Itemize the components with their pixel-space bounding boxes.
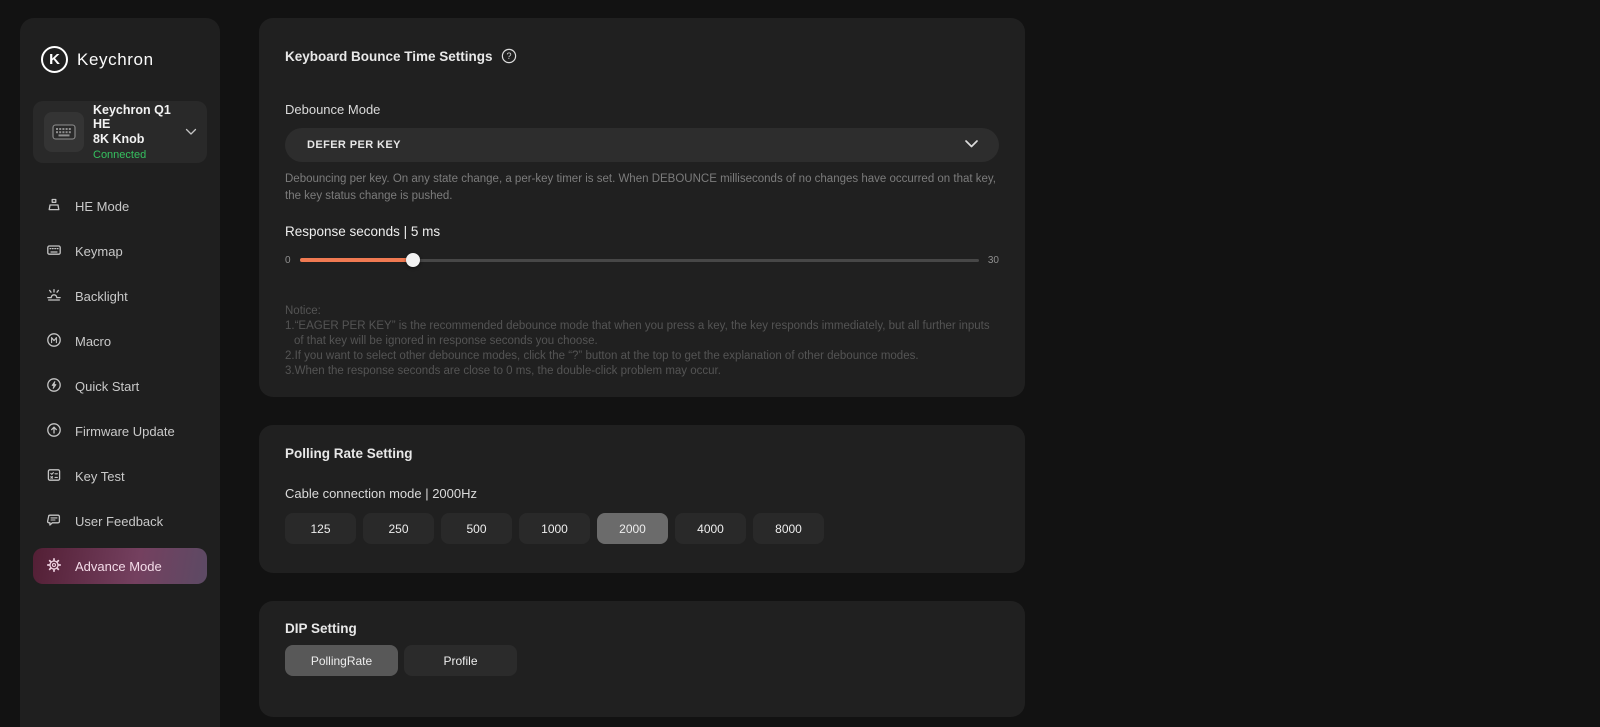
app-window: K Keychron Keychron Q1 HE 8K Knob Connec…: [0, 0, 1600, 727]
brand-name: Keychron: [77, 49, 154, 69]
debounce-description: Debouncing per key. On any state change,…: [285, 173, 997, 203]
sidebar-item-label: Key Test: [75, 469, 125, 484]
sidebar-item-macro[interactable]: Macro: [33, 319, 207, 364]
sidebar-item-label: Advance Mode: [75, 558, 162, 574]
sidebar-item-label: HE Mode: [75, 199, 130, 214]
keychron-logo-icon: K: [41, 46, 68, 73]
dip-tab-profile[interactable]: Profile: [404, 645, 517, 676]
sidebar-item-quick-start[interactable]: Quick Start: [33, 364, 207, 409]
slider-max-label: 30: [987, 254, 999, 266]
keyboard-icon: [46, 242, 62, 261]
polling-rate-options: 125 250 500 1000 2000 4000 8000: [285, 513, 999, 544]
polling-card-title: Polling Rate Setting: [285, 446, 413, 461]
main-content: Keyboard Bounce Time Settings ? Debounce…: [259, 18, 1025, 727]
device-status-badge: Connected: [93, 149, 147, 162]
sidebar-item-label: Macro: [75, 334, 112, 349]
chevron-down-icon[interactable]: [185, 123, 197, 141]
polling-rate-button-8000[interactable]: 8000: [753, 513, 824, 544]
device-name-line1: Keychron Q1 HE: [93, 102, 171, 132]
sidebar-item-key-test[interactable]: Key Test: [33, 454, 207, 499]
sidebar-item-firmware-update[interactable]: Firmware Update: [33, 409, 207, 454]
debounce-mode-dropdown[interactable]: DEFER PER KEY: [285, 128, 999, 162]
help-icon[interactable]: ?: [501, 48, 517, 64]
sidebar-item-advance-mode[interactable]: Advance Mode: [33, 548, 207, 584]
sidebar-item-label: Backlight: [75, 289, 128, 304]
slider-track[interactable]: [299, 253, 979, 268]
sidebar-item-backlight[interactable]: Backlight: [33, 274, 207, 319]
cable-mode-label: Cable connection mode | 2000Hz: [285, 486, 477, 501]
brand: K Keychron: [41, 46, 207, 73]
svg-text:?: ?: [506, 51, 511, 61]
sidebar-item-user-feedback[interactable]: User Feedback: [33, 499, 207, 544]
sidebar-item-label: Quick Start: [75, 379, 140, 394]
backlight-icon: [46, 287, 62, 306]
chevron-down-icon: [964, 136, 979, 154]
notice-line: 3.When the response seconds are close to…: [285, 365, 721, 378]
debounce-mode-label: Debounce Mode: [285, 102, 381, 117]
arrow-up-circle-icon: [46, 422, 62, 441]
sidebar-item-label: Firmware Update: [75, 424, 175, 439]
dip-tabs: PollingRate Profile: [285, 645, 999, 676]
dip-tab-pollingrate[interactable]: PollingRate: [285, 645, 398, 676]
bounce-time-card: Keyboard Bounce Time Settings ? Debounce…: [259, 18, 1025, 397]
notice-block: Notice: 1.“EAGER PER KEY” is the recomme…: [285, 304, 999, 380]
polling-rate-button-250[interactable]: 250: [363, 513, 434, 544]
sidebar-item-label: Keymap: [75, 244, 123, 259]
polling-rate-button-2000[interactable]: 2000: [597, 513, 668, 544]
checklist-icon: [46, 467, 62, 486]
debounce-mode-value: DEFER PER KEY: [307, 139, 401, 151]
sidebar-item-keymap[interactable]: Keymap: [33, 229, 207, 274]
device-selector[interactable]: Keychron Q1 HE 8K Knob Connected: [33, 101, 207, 163]
feedback-bubble-icon: [46, 512, 62, 531]
switch-icon: [46, 197, 62, 216]
notice-line: 2.If you want to select other debounce m…: [285, 350, 919, 363]
lightning-icon: [46, 377, 62, 396]
notice-line: 1.“EAGER PER KEY” is the recommended deb…: [285, 319, 990, 347]
polling-rate-button-125[interactable]: 125: [285, 513, 356, 544]
response-slider: 0 30: [285, 253, 999, 268]
polling-rate-button-500[interactable]: 500: [441, 513, 512, 544]
dip-setting-card: DIP Setting PollingRate Profile: [259, 601, 1025, 717]
polling-rate-card: Polling Rate Setting Cable connection mo…: [259, 425, 1025, 573]
sidebar-item-he-mode[interactable]: HE Mode: [33, 184, 207, 229]
sidebar-nav: HE Mode Keymap Backlight Macro Quick Sta…: [33, 184, 207, 584]
slider-fill: [299, 258, 413, 262]
sidebar: K Keychron Keychron Q1 HE 8K Knob Connec…: [20, 18, 220, 727]
slider-thumb[interactable]: [405, 253, 420, 267]
bounce-card-title: Keyboard Bounce Time Settings: [285, 48, 493, 64]
polling-rate-button-4000[interactable]: 4000: [675, 513, 746, 544]
dip-card-title: DIP Setting: [285, 621, 357, 636]
device-name-line2: 8K Knob: [93, 131, 145, 146]
notice-title: Notice:: [285, 304, 321, 317]
sidebar-item-label: User Feedback: [75, 514, 164, 529]
polling-rate-button-1000[interactable]: 1000: [519, 513, 590, 544]
macro-m-icon: [46, 332, 62, 351]
slider-min-label: 0: [285, 254, 291, 266]
keyboard-device-icon: [44, 112, 84, 152]
gear-icon: [46, 557, 62, 576]
device-info: Keychron Q1 HE 8K Knob Connected: [93, 103, 185, 161]
response-seconds-label: Response seconds | 5 ms: [285, 223, 441, 239]
